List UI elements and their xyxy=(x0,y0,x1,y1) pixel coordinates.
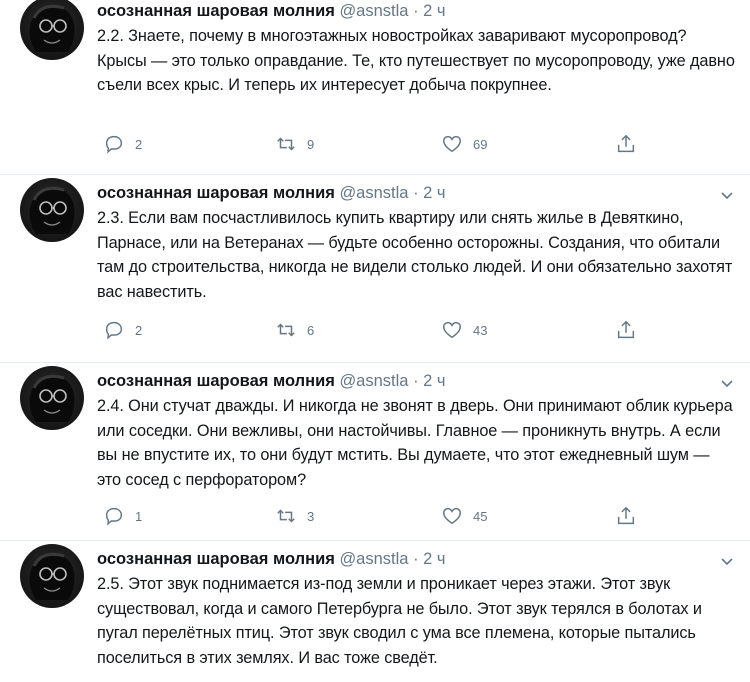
like-button[interactable]: 69 xyxy=(441,130,487,158)
reply-icon xyxy=(105,507,123,526)
timestamp[interactable]: 2 ч xyxy=(423,184,445,202)
like-count: 43 xyxy=(473,322,488,338)
tweet-header: осознанная шаровая молния @asnstla · 2 ч xyxy=(97,372,446,391)
retweet-button[interactable]: 9 xyxy=(275,130,314,158)
author-handle[interactable]: @asnstla xyxy=(339,2,408,20)
timestamp[interactable]: 2 ч xyxy=(423,372,445,390)
chevron-down-icon[interactable] xyxy=(718,552,736,570)
divider xyxy=(0,174,750,175)
like-button[interactable]: 45 xyxy=(441,502,487,530)
tweet-header: осознанная шаровая молния @asnstla · 2 ч xyxy=(97,2,446,21)
author-handle[interactable]: @asnstla xyxy=(339,550,408,568)
reply-count: 2 xyxy=(135,136,143,152)
reply-count: 1 xyxy=(135,508,143,524)
divider xyxy=(0,540,750,541)
author-handle[interactable]: @asnstla xyxy=(339,184,408,202)
tweet-feed: осознанная шаровая молния @asnstla · 2 ч… xyxy=(0,0,750,682)
heart-icon xyxy=(443,507,461,525)
avatar[interactable] xyxy=(20,0,84,60)
author-name[interactable]: осознанная шаровая молния xyxy=(97,2,335,20)
tweet-actions: 2 9 69 xyxy=(97,130,657,158)
like-count: 69 xyxy=(473,136,488,152)
reply-icon xyxy=(105,135,123,154)
share-button[interactable] xyxy=(615,130,647,158)
chevron-down-icon[interactable] xyxy=(718,374,736,392)
tweet-header: осознанная шаровая молния @asnstla · 2 ч xyxy=(97,184,446,203)
author-handle[interactable]: @asnstla xyxy=(339,372,408,390)
retweet-count: 6 xyxy=(307,322,315,338)
reply-count: 2 xyxy=(135,322,143,338)
share-icon xyxy=(617,506,635,525)
separator: · xyxy=(413,184,419,202)
separator: · xyxy=(413,2,419,20)
divider xyxy=(0,362,750,363)
like-button[interactable]: 43 xyxy=(441,316,487,344)
avatar[interactable] xyxy=(20,544,84,608)
retweet-icon xyxy=(277,509,295,523)
timestamp[interactable]: 2 ч xyxy=(423,550,445,568)
tweet-text: 2.5. Этот звук поднимается из-под земли … xyxy=(97,575,702,667)
tweet-text: 2.3. Если вам посчастливилось купить ква… xyxy=(97,209,733,301)
author-name[interactable]: осознанная шаровая молния xyxy=(97,372,335,390)
heart-icon xyxy=(443,321,461,339)
avatar[interactable] xyxy=(20,178,84,242)
separator: · xyxy=(413,372,419,390)
author-name[interactable]: осознанная шаровая молния xyxy=(97,550,335,568)
like-count: 45 xyxy=(473,508,488,524)
reply-icon xyxy=(105,321,123,340)
retweet-icon xyxy=(277,137,295,151)
tweet-text: 2.2. Знаете, почему в многоэтажных новос… xyxy=(97,27,735,94)
reply-button[interactable]: 2 xyxy=(103,316,142,344)
tweet-actions: 2 6 43 xyxy=(97,316,657,344)
retweet-button[interactable]: 6 xyxy=(275,316,314,344)
avatar[interactable] xyxy=(20,366,84,430)
retweet-count: 9 xyxy=(307,136,315,152)
timestamp[interactable]: 2 ч xyxy=(423,2,445,20)
separator: · xyxy=(413,550,419,568)
retweet-button[interactable]: 3 xyxy=(275,502,314,530)
retweet-count: 3 xyxy=(307,508,315,524)
tweet-header: осознанная шаровая молния @asnstla · 2 ч xyxy=(97,550,446,569)
share-icon xyxy=(617,320,635,339)
share-icon xyxy=(617,134,635,153)
share-button[interactable] xyxy=(615,316,647,344)
tweet-actions: 1 3 45 xyxy=(97,502,657,530)
heart-icon xyxy=(443,135,461,153)
reply-button[interactable]: 2 xyxy=(103,130,142,158)
reply-button[interactable]: 1 xyxy=(103,502,142,530)
author-name[interactable]: осознанная шаровая молния xyxy=(97,184,335,202)
chevron-down-icon[interactable] xyxy=(718,186,736,204)
retweet-icon xyxy=(277,323,295,337)
tweet-text: 2.4. Они стучат дважды. И никогда не зво… xyxy=(97,397,733,489)
share-button[interactable] xyxy=(615,502,647,530)
